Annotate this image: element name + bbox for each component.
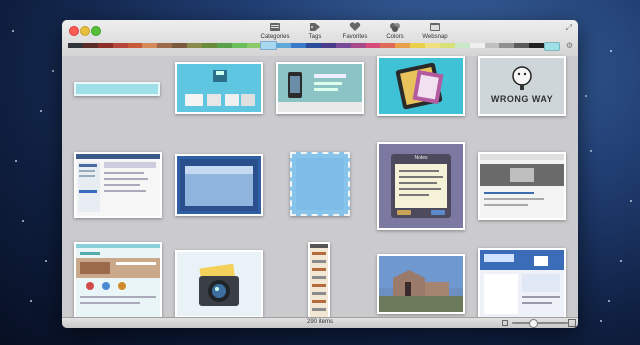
color-swatch[interactable] bbox=[157, 43, 173, 48]
star bbox=[608, 300, 610, 302]
notes-dialog-title: Notes bbox=[414, 155, 428, 161]
star bbox=[585, 95, 587, 97]
color-swatch[interactable] bbox=[231, 43, 247, 48]
color-swatch[interactable] bbox=[380, 43, 396, 48]
color-swatch[interactable] bbox=[216, 43, 232, 48]
fullscreen-icon[interactable]: ⤢ bbox=[566, 23, 572, 33]
status-bar: 290 items bbox=[62, 317, 578, 328]
titlebar: ⤢ Categories Tags Favorites Colors Websn… bbox=[62, 20, 578, 61]
color-swatch[interactable] bbox=[68, 43, 83, 48]
thumbnail-blue-stamp[interactable] bbox=[290, 152, 350, 216]
close-button[interactable] bbox=[69, 26, 79, 36]
favorites-icon bbox=[349, 21, 361, 33]
color-swatch[interactable] bbox=[201, 43, 217, 48]
thumbnail-1password-site[interactable] bbox=[478, 248, 566, 320]
star bbox=[620, 260, 622, 262]
thumbnail-grid: WRONG WAY Notes bbox=[62, 56, 578, 322]
minimize-button[interactable] bbox=[80, 26, 90, 36]
toolbar-websnap[interactable]: Websnap bbox=[418, 21, 452, 40]
color-swatch[interactable] bbox=[395, 43, 411, 48]
color-swatch[interactable] bbox=[514, 43, 530, 48]
star bbox=[45, 260, 47, 262]
thumbnail-web-signin-page[interactable] bbox=[478, 152, 566, 220]
color-swatch[interactable] bbox=[335, 43, 351, 48]
websnap-icon bbox=[429, 21, 441, 33]
gear-icon[interactable]: ⚙ bbox=[566, 41, 573, 50]
thumbnail-ipad-book[interactable] bbox=[377, 56, 465, 116]
wrong-way-caption: WRONG WAY bbox=[490, 94, 554, 104]
color-filter-bar[interactable] bbox=[68, 41, 544, 50]
color-swatch[interactable] bbox=[410, 43, 425, 48]
color-swatch[interactable] bbox=[246, 43, 262, 48]
star bbox=[30, 300, 32, 302]
color-swatch[interactable] bbox=[260, 41, 278, 50]
color-swatch[interactable] bbox=[439, 43, 455, 48]
color-swatch[interactable] bbox=[425, 43, 440, 48]
categories-icon bbox=[269, 21, 281, 33]
color-swatch[interactable] bbox=[112, 43, 128, 48]
toolbar-websnap-label: Websnap bbox=[422, 34, 448, 40]
thumbnail-notes-dialog[interactable]: Notes bbox=[377, 142, 465, 230]
colors-icon bbox=[389, 21, 401, 33]
color-swatch[interactable] bbox=[350, 43, 366, 48]
color-swatch[interactable] bbox=[142, 43, 158, 48]
star bbox=[630, 200, 632, 202]
color-swatch[interactable] bbox=[276, 43, 292, 48]
star bbox=[600, 320, 602, 322]
toolbar: Categories Tags Favorites Colors Websnap bbox=[258, 21, 452, 40]
color-swatch[interactable] bbox=[306, 43, 321, 48]
zoom-slider-knob[interactable] bbox=[529, 319, 538, 328]
color-swatch[interactable] bbox=[365, 43, 381, 48]
star bbox=[22, 220, 24, 222]
tags-icon bbox=[309, 21, 321, 33]
color-swatch[interactable] bbox=[469, 43, 485, 48]
app-window: ⤢ Categories Tags Favorites Colors Websn… bbox=[62, 20, 578, 328]
star bbox=[40, 110, 42, 112]
star bbox=[52, 70, 54, 72]
color-swatch[interactable] bbox=[454, 43, 470, 48]
thumbnail-blue-window-frame[interactable] bbox=[175, 154, 263, 216]
thumbnail-tall-web-strip[interactable] bbox=[308, 242, 330, 322]
toolbar-colors[interactable]: Colors bbox=[378, 21, 412, 40]
color-swatch[interactable] bbox=[127, 43, 143, 48]
color-swatch[interactable] bbox=[320, 43, 336, 48]
star bbox=[15, 160, 17, 162]
thumbnail-blank-light-blue[interactable] bbox=[74, 82, 160, 96]
toolbar-categories-label: Categories bbox=[260, 34, 290, 40]
thumbnail-floppy-disk-app[interactable] bbox=[175, 62, 263, 114]
thumbnail-web-admin-page[interactable] bbox=[74, 152, 162, 218]
color-swatch[interactable] bbox=[529, 43, 544, 48]
color-swatch[interactable] bbox=[484, 43, 500, 48]
color-swatch[interactable] bbox=[499, 43, 515, 48]
thumbnail-iphone-site[interactable] bbox=[276, 62, 364, 114]
color-swatch[interactable] bbox=[187, 43, 202, 48]
toolbar-colors-label: Colors bbox=[386, 34, 404, 40]
item-count: 290 items bbox=[306, 319, 333, 325]
thumbnail-wrong-way-sign[interactable]: WRONG WAY bbox=[478, 56, 566, 116]
zoom-slider[interactable] bbox=[512, 322, 568, 324]
toolbar-favorites[interactable]: Favorites bbox=[338, 21, 372, 40]
toolbar-favorites-label: Favorites bbox=[342, 34, 368, 40]
star bbox=[12, 30, 14, 32]
star bbox=[590, 150, 592, 152]
star bbox=[610, 50, 612, 52]
color-swatch[interactable] bbox=[172, 43, 187, 48]
toolbar-tags-label: Tags bbox=[308, 34, 322, 40]
toolbar-categories[interactable]: Categories bbox=[258, 21, 292, 40]
color-swatch[interactable] bbox=[97, 43, 113, 48]
toolbar-tags[interactable]: Tags bbox=[298, 21, 332, 40]
color-swatch[interactable] bbox=[82, 43, 98, 48]
thumbnail-church-photo[interactable] bbox=[377, 254, 465, 314]
zoom-large-icon[interactable] bbox=[568, 319, 576, 327]
zoom-button[interactable] bbox=[91, 26, 101, 36]
thumbnail-camera-icon-art[interactable] bbox=[175, 250, 263, 318]
color-swatch[interactable] bbox=[291, 43, 306, 48]
color-filter-toggle[interactable] bbox=[544, 42, 560, 51]
thumbnail-website-layout[interactable] bbox=[74, 242, 162, 322]
zoom-small-icon[interactable] bbox=[502, 320, 508, 326]
